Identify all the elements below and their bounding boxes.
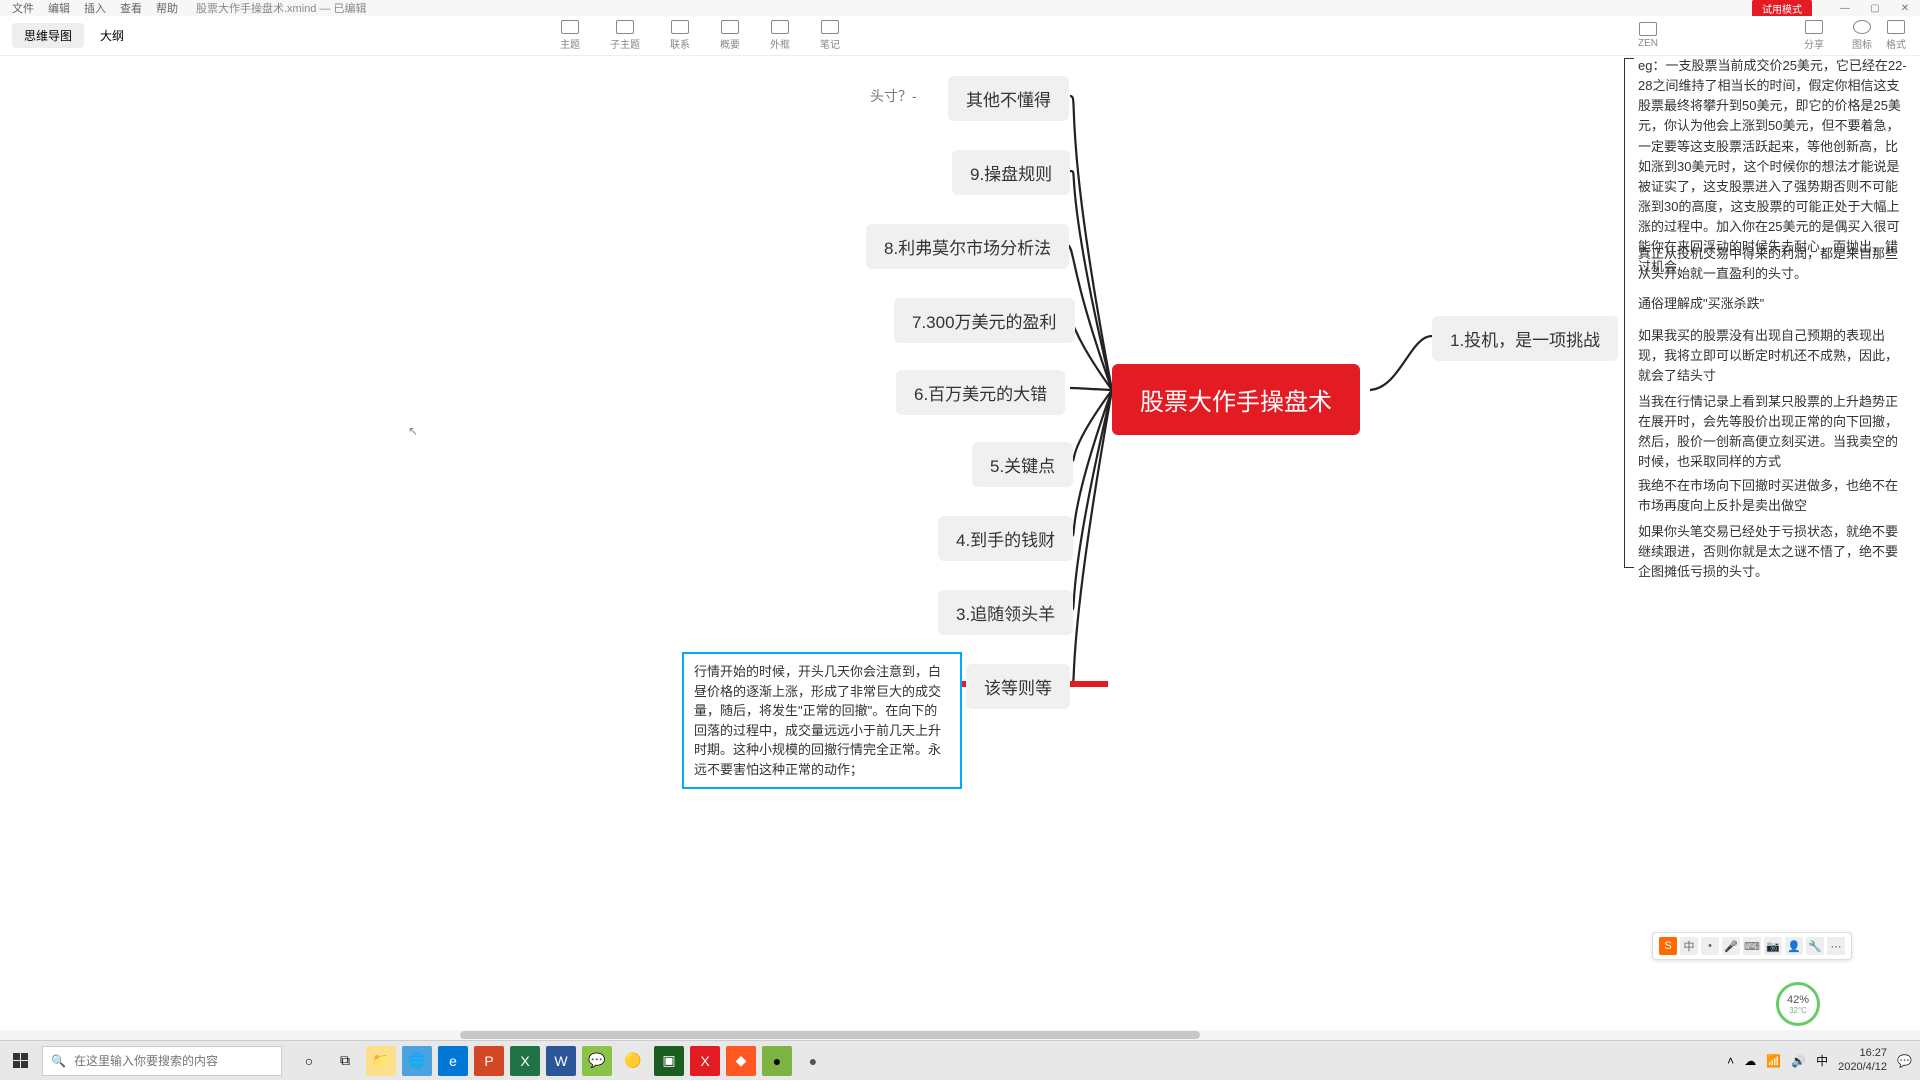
start-button[interactable]	[0, 1041, 40, 1081]
scroll-thumb[interactable]	[460, 1031, 1200, 1039]
tb-format[interactable]: 格式	[1886, 20, 1906, 51]
tb-share[interactable]: 分享	[1804, 20, 1824, 51]
gauge-pct: 42%	[1787, 994, 1809, 1006]
taskbar-clock[interactable]: 16:27 2020/4/12	[1838, 1047, 1887, 1073]
ime-punct-icon[interactable]: •	[1701, 937, 1719, 955]
word-icon[interactable]: W	[546, 1046, 576, 1076]
toolbar-center: 主题 子主题 联系 概要 外框 笔记	[560, 20, 840, 51]
node-wait[interactable]: 该等则等	[966, 664, 1070, 709]
note-7[interactable]: 如果你头笔交易已经处于亏损状态，就绝不要继续跟进，否则你就是太之谜不悟了，绝不要…	[1638, 522, 1908, 582]
maximize-button[interactable]: ▢	[1860, 0, 1890, 16]
tab-outline[interactable]: 大纲	[88, 23, 136, 48]
node-3[interactable]: 3.追随领头羊	[938, 590, 1073, 635]
search-icon: 🔍	[51, 1054, 66, 1068]
ime-skin-icon[interactable]: 📷	[1764, 937, 1782, 955]
chrome-icon[interactable]: 🟡	[618, 1046, 648, 1076]
close-button[interactable]: ✕	[1890, 0, 1920, 16]
node-8[interactable]: 8.利弗莫尔市场分析法	[866, 224, 1069, 269]
tb-subtopic[interactable]: 子主题	[610, 20, 640, 51]
gauge-temp: 32°C	[1789, 1006, 1807, 1015]
tb-boundary[interactable]: 外框	[770, 20, 790, 51]
note-6[interactable]: 我绝不在市场向下回撤时买进做多，也绝不在市场再度向上反扑是卖出做空	[1638, 476, 1908, 516]
view-tabs: 思维导图 大纲	[12, 23, 136, 48]
menu-edit[interactable]: 编辑	[48, 0, 70, 16]
tray-up-icon[interactable]: ˄	[1727, 1054, 1734, 1068]
tray-cloud-icon[interactable]: ☁	[1744, 1054, 1756, 1068]
performance-gauge[interactable]: 42% 32°C	[1776, 982, 1820, 1026]
cursor-icon: ↖	[408, 424, 418, 438]
app2-icon[interactable]: ◆	[726, 1046, 756, 1076]
browser-icon[interactable]: 🌐	[402, 1046, 432, 1076]
task-icons: ○ ⧉ 📁 🌐 e P X W 💬 🟡 ▣ X ◆ ● ●	[294, 1046, 828, 1076]
ime-mic-icon[interactable]: 🎤	[1722, 937, 1740, 955]
app1-icon[interactable]: ▣	[654, 1046, 684, 1076]
app4-icon[interactable]: ●	[798, 1046, 828, 1076]
editing-textarea[interactable]: 行情开始的时候，开头几天你会注意到，白昼价格的逐渐上涨，形成了非常巨大的成交量，…	[682, 652, 962, 789]
tray-ime-icon[interactable]: 中	[1816, 1052, 1828, 1069]
node-1-speculation[interactable]: 1.投机，是一项挑战	[1432, 316, 1618, 361]
explorer-icon[interactable]: 📁	[366, 1046, 396, 1076]
tb-note[interactable]: 笔记	[820, 20, 840, 51]
note-2[interactable]: 真正从投机交易中得来的利润，都是来自那些从头开始就一直盈利的头寸。	[1638, 244, 1908, 284]
node-7[interactable]: 7.300万美元的盈利	[894, 298, 1075, 343]
edge-icon[interactable]: e	[438, 1046, 468, 1076]
ime-menu-icon[interactable]: ⋯	[1827, 937, 1845, 955]
menu-file[interactable]: 文件	[12, 0, 34, 16]
node-9[interactable]: 9.操盘规则	[952, 150, 1070, 195]
mindmap-canvas[interactable]: 股票大作手操盘术 头寸？- 其他不懂得 9.操盘规则 8.利弗莫尔市场分析法 7…	[0, 56, 1920, 1032]
document-title: 股票大作手操盘术.xmind — 已编辑	[196, 0, 367, 16]
toolbar: 思维导图 大纲 主题 子主题 联系 概要 外框 笔记 ZEN 分享 图标 格式	[0, 16, 1920, 56]
wechat-icon[interactable]: 💬	[582, 1046, 612, 1076]
tb-relation[interactable]: 联系	[670, 20, 690, 51]
note-3[interactable]: 通俗理解成"买涨杀跌"	[1638, 294, 1908, 314]
horizontal-scrollbar[interactable]	[0, 1030, 1920, 1040]
tray-net-icon[interactable]: 📶	[1766, 1054, 1781, 1068]
xmind-icon[interactable]: X	[690, 1046, 720, 1076]
menu-help[interactable]: 帮助	[156, 0, 178, 16]
ime-toolbox-icon[interactable]: 🔧	[1806, 937, 1824, 955]
tab-mindmap[interactable]: 思维导图	[12, 23, 84, 48]
taskbar: 🔍 ○ ⧉ 📁 🌐 e P X W 💬 🟡 ▣ X ◆ ● ● ˄ ☁ 📶 🔊 …	[0, 1040, 1920, 1080]
tb-summary[interactable]: 概要	[720, 20, 740, 51]
tb-zen[interactable]: ZEN	[1638, 22, 1658, 49]
tray-notif-icon[interactable]: 💬	[1897, 1054, 1912, 1068]
tray-vol-icon[interactable]: 🔊	[1791, 1054, 1806, 1068]
ime-toolbar[interactable]: S 中 • 🎤 ⌨ 📷 👤 🔧 ⋯	[1652, 932, 1852, 960]
bracket-right	[1624, 58, 1634, 568]
node-other[interactable]: 其他不懂得	[948, 76, 1069, 121]
node-6[interactable]: 6.百万美元的大错	[896, 370, 1065, 415]
ime-keyboard-icon[interactable]: ⌨	[1743, 937, 1761, 955]
tb-icons[interactable]: 图标	[1852, 20, 1872, 51]
note-4[interactable]: 如果我买的股票没有出现自己预期的表现出现，我将立即可以断定时机还不成熟，因此，就…	[1638, 326, 1908, 386]
tb-topic[interactable]: 主题	[560, 20, 580, 51]
system-tray: ˄ ☁ 📶 🔊 中 16:27 2020/4/12 💬	[1727, 1047, 1912, 1073]
trial-badge[interactable]: 试用模式	[1752, 0, 1812, 17]
taskview-icon[interactable]: ⧉	[330, 1046, 360, 1076]
windows-logo-icon	[13, 1053, 28, 1068]
search-input[interactable]	[74, 1054, 273, 1068]
cortana-icon[interactable]: ○	[294, 1046, 324, 1076]
node-4[interactable]: 4.到手的钱财	[938, 516, 1073, 561]
menu-insert[interactable]: 插入	[84, 0, 106, 16]
ime-logo-icon[interactable]: S	[1659, 937, 1677, 955]
excel-icon[interactable]: X	[510, 1046, 540, 1076]
note-5[interactable]: 当我在行情记录上看到某只股票的上升趋势正在展开时，会先等股价出现正常的向下回撤，…	[1638, 392, 1908, 473]
minimize-button[interactable]: —	[1830, 0, 1860, 16]
app3-icon[interactable]: ●	[762, 1046, 792, 1076]
node-5[interactable]: 5.关键点	[972, 442, 1073, 487]
ime-user-icon[interactable]: 👤	[1785, 937, 1803, 955]
center-node[interactable]: 股票大作手操盘术	[1112, 364, 1360, 435]
titlebar: 文件 编辑 插入 查看 帮助 股票大作手操盘术.xmind — 已编辑 试用模式…	[0, 0, 1920, 16]
node-annot-0: 头寸？-	[870, 86, 917, 106]
taskbar-search[interactable]: 🔍	[42, 1046, 282, 1076]
powerpoint-icon[interactable]: P	[474, 1046, 504, 1076]
menu-bar: 文件 编辑 插入 查看 帮助	[0, 0, 178, 16]
menu-view[interactable]: 查看	[120, 0, 142, 16]
ime-lang-icon[interactable]: 中	[1680, 937, 1698, 955]
